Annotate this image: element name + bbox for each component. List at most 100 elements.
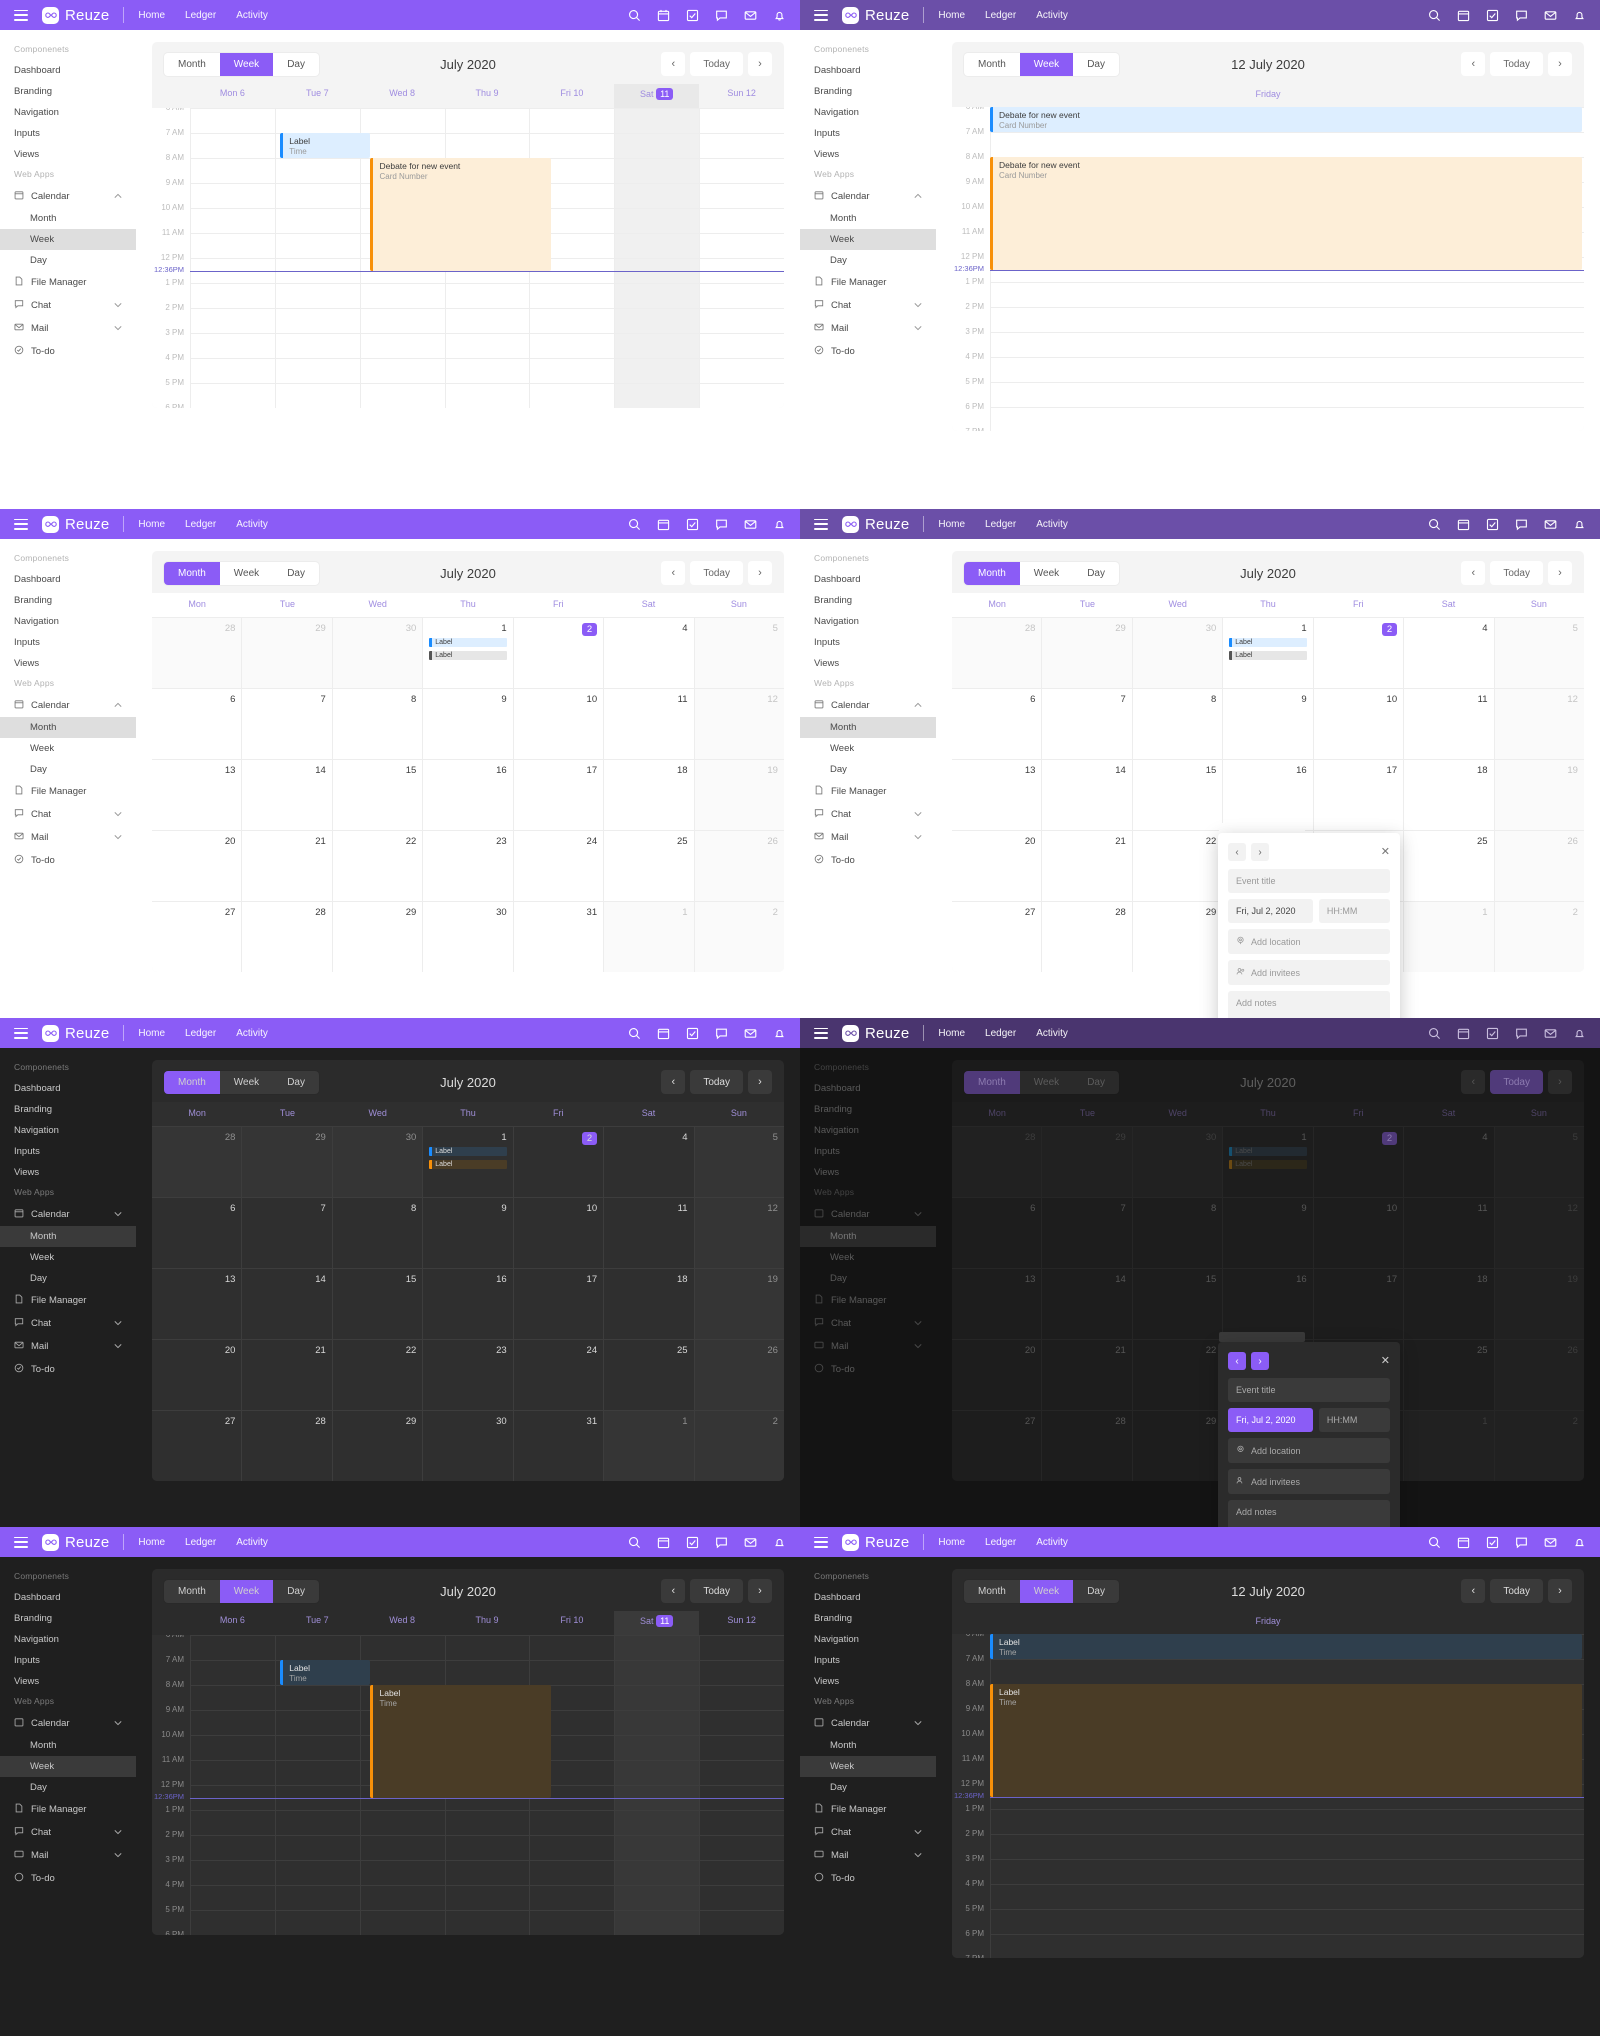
nav-link-ledger[interactable]: Ledger (185, 1537, 216, 1548)
search-icon[interactable] (1428, 1536, 1441, 1549)
nav-link-activity[interactable]: Activity (1036, 10, 1068, 21)
sidebar-item-mail[interactable]: Mail (800, 317, 936, 340)
day-cell[interactable]: 27 (152, 902, 241, 972)
day-cell[interactable]: 19 (693, 760, 784, 830)
calendar-event[interactable]: Label Time (280, 1660, 371, 1685)
sidebar-item-branding[interactable]: Branding (0, 81, 136, 102)
today-button[interactable]: Today (1490, 561, 1543, 585)
bell-icon[interactable] (1573, 1027, 1586, 1040)
event-location-input[interactable]: Add location (1228, 1438, 1390, 1463)
day-cell[interactable]: 11 (1403, 689, 1493, 759)
sidebar-item-dashboard[interactable]: Dashboard (0, 1078, 136, 1099)
chat-icon[interactable] (715, 9, 728, 22)
event-notes-input[interactable]: Add notes ◢ (1228, 1500, 1390, 1527)
next-button[interactable]: › (748, 561, 772, 585)
next-button[interactable]: › (748, 1579, 772, 1603)
day-cell[interactable]: 12 (693, 689, 784, 759)
sidebar-item-file-manager[interactable]: File Manager (800, 1289, 936, 1312)
day-cell[interactable]: 6 (952, 1198, 1041, 1268)
day-cell[interactable]: 4 (603, 618, 693, 688)
next-button[interactable]: › (748, 52, 772, 76)
day-cell[interactable]: 25 (1403, 1340, 1493, 1410)
sidebar-item-navigation[interactable]: Navigation (800, 611, 936, 632)
day-cell[interactable]: 16 (422, 1269, 512, 1339)
task-icon[interactable] (686, 9, 699, 22)
day-cell[interactable]: 29 (1041, 618, 1132, 688)
day-cell[interactable]: 30 (422, 1411, 512, 1481)
prev-button[interactable]: ‹ (1461, 1579, 1486, 1603)
task-icon[interactable] (686, 1536, 699, 1549)
task-icon[interactable] (1486, 1536, 1499, 1549)
day-cell[interactable]: 1 Label Label (422, 1127, 512, 1197)
day-cell[interactable]: 8 (1131, 689, 1222, 759)
chevron-down-icon[interactable] (114, 323, 122, 334)
chevron-down-icon[interactable] (914, 1318, 922, 1329)
chevron-down-icon[interactable] (114, 300, 122, 311)
chevron-down-icon[interactable] (114, 1850, 122, 1861)
mail-icon[interactable] (1544, 518, 1557, 531)
chevron-down-icon[interactable] (114, 832, 122, 843)
today-button[interactable]: Today (690, 52, 743, 76)
calendar-event[interactable]: Label Time (370, 1685, 551, 1798)
day-cell[interactable]: 20 (952, 831, 1041, 901)
tab-day[interactable]: Day (273, 53, 319, 76)
chat-icon[interactable] (1515, 1536, 1528, 1549)
today-button[interactable]: Today (1490, 1579, 1543, 1603)
day-cell[interactable]: 30 (1131, 1127, 1223, 1197)
day-cell[interactable]: 18 (1403, 760, 1493, 830)
event-date-input[interactable]: Fri, Jul 2, 2020 (1228, 899, 1313, 923)
day-cell[interactable]: 23 (422, 831, 512, 901)
day-cell[interactable]: 1 (1403, 902, 1494, 972)
sidebar-item-day[interactable]: Day (0, 1777, 136, 1798)
prev-button[interactable]: ‹ (1461, 52, 1486, 76)
nav-link-home[interactable]: Home (138, 10, 165, 21)
sidebar-item-file-manager[interactable]: File Manager (0, 1798, 136, 1821)
sidebar-item-month[interactable]: Month (0, 1735, 136, 1756)
day-cell[interactable]: 1 (603, 1411, 694, 1481)
day-cell[interactable]: 22 (331, 1340, 422, 1410)
sidebar-item-inputs[interactable]: Inputs (800, 632, 936, 653)
day-cell[interactable]: 1 (1403, 1411, 1494, 1481)
day-cell[interactable]: 15 (331, 1269, 422, 1339)
day-cell[interactable]: 29 (331, 902, 422, 972)
bell-icon[interactable] (773, 1536, 786, 1549)
day-cell[interactable]: 15 (1131, 760, 1222, 830)
calendar-event[interactable]: Debate for new event Card Number (370, 158, 551, 271)
day-cell[interactable]: 22 (1131, 831, 1222, 901)
day-cell[interactable]: 25 (603, 831, 693, 901)
chat-icon[interactable] (715, 1027, 728, 1040)
day-cell[interactable]: 19 (1493, 760, 1584, 830)
day-cell[interactable]: 1 Label Label (1222, 618, 1312, 688)
sidebar-item-week[interactable]: Week (0, 1756, 136, 1777)
event-title-input[interactable]: Event title (1228, 1378, 1390, 1402)
nav-link-home[interactable]: Home (938, 1028, 965, 1039)
sidebar-item-branding[interactable]: Branding (0, 1608, 136, 1629)
sidebar-item-day[interactable]: Day (800, 250, 936, 271)
day-cell[interactable]: 2 (693, 902, 784, 972)
today-button[interactable]: Today (690, 1579, 743, 1603)
modal-prev-button[interactable]: ‹ (1228, 843, 1246, 861)
chevron-up-icon[interactable] (114, 700, 122, 711)
day-cell[interactable]: 4 (603, 1127, 693, 1197)
sidebar-item-month[interactable]: Month (800, 1226, 936, 1247)
day-cell[interactable]: 29 (331, 1411, 422, 1481)
sidebar-item-day[interactable]: Day (800, 1268, 936, 1289)
day-cell[interactable]: 13 (152, 1269, 241, 1339)
day-cell[interactable]: 12 (1493, 1198, 1584, 1268)
prev-button[interactable]: ‹ (1461, 561, 1486, 585)
day-cell[interactable]: 28 (241, 1411, 331, 1481)
today-button[interactable]: Today (1490, 1070, 1543, 1094)
chevron-down-icon[interactable] (914, 809, 922, 820)
nav-link-ledger[interactable]: Ledger (185, 1028, 216, 1039)
bell-icon[interactable] (1573, 518, 1586, 531)
mail-icon[interactable] (1544, 1536, 1557, 1549)
next-button[interactable]: › (1548, 52, 1572, 76)
prev-button[interactable]: ‹ (661, 561, 686, 585)
day-cell[interactable]: 14 (1041, 760, 1131, 830)
day-cell[interactable]: 12 (1493, 689, 1584, 759)
prev-button[interactable]: ‹ (1461, 1070, 1486, 1094)
sidebar-item-chat[interactable]: Chat (0, 803, 136, 826)
day-cell[interactable]: 29 (241, 618, 332, 688)
day-cell[interactable]: 17 (512, 1269, 603, 1339)
tab-week[interactable]: Week (1019, 52, 1074, 76)
